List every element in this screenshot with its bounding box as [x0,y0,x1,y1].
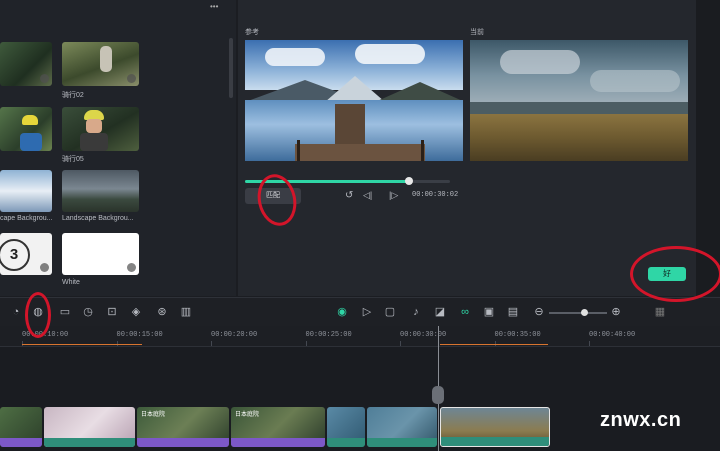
clip-title: 日本庭院 [235,412,260,418]
clip-title: 日本庭院 [141,412,166,418]
media-thumb-cyclist-1[interactable] [0,42,52,86]
media-label: 骑行02 [62,92,84,99]
grid-icon[interactable]: ▦ [653,305,667,319]
media-label-partial: cape Backgrou... [0,215,53,222]
media-thumb-cyclist-02[interactable] [62,42,139,86]
subtitle-icon[interactable]: ▤ [506,305,520,319]
media-thumb-countdown[interactable]: 3 [0,233,52,275]
media-label: Landscape Backgrou... [62,215,134,222]
previous-frame-icon[interactable]: ◁| [363,190,372,201]
media-label: 骑行05 [62,156,84,163]
ruler-tick-label: 00:00:40:00 [589,331,636,339]
pip-icon[interactable]: ▣ [482,305,496,319]
media-thumb-landscape-background[interactable] [62,170,139,212]
link-icon[interactable]: ∞ [458,305,472,319]
ruler-tick-label: 00:00:20:00 [211,331,258,339]
library-scrollbar[interactable] [229,38,233,98]
media-thumb-white[interactable] [62,233,139,275]
play-icon[interactable]: ▷ [360,305,374,319]
timeline-clip[interactable]: 日本庭院 [137,407,229,447]
timeline-clip[interactable]: 日本庭院 [231,407,325,447]
zoom-slider[interactable] [549,309,607,316]
media-thumb-cyclist-3[interactable] [0,107,52,151]
timeline-tracks: 日本庭院 日本庭院 znwx.cn [0,326,720,451]
current-label: 当前 [470,29,484,36]
zoom-in-icon[interactable]: ⊕ [609,305,623,319]
ruler-range-marker [22,344,142,345]
media-thumb-landscape-1[interactable] [0,170,52,212]
next-frame-icon[interactable]: |▷ [389,190,398,201]
download-icon[interactable] [127,74,136,83]
color-match-panel: 参考 当前 匹配 ↺ ◁| |▷ 00:00:30:02 好 [238,0,696,296]
ai-tool-icon[interactable]: ⊛ [155,305,169,319]
mask-icon[interactable]: ◈ [129,305,143,319]
reference-label: 参考 [245,29,259,36]
timeline-clip-selected[interactable] [440,407,550,447]
split-screen-icon[interactable]: ▥ [179,305,193,319]
timeline-ruler[interactable]: 00:00:10:00 00:00:15:00 00:00:20:00 00:00:2… [0,326,720,347]
zoom-slider-handle[interactable] [580,309,588,316]
ruler-tick-label: 00:00:15:00 [116,331,163,339]
timeline-clip[interactable] [327,407,365,447]
timeline-toolbar: ◔ ◍ ▭ ◷ ⊡ ◈ ⊛ ▥ ◉ ▷ ▢ ♪ ◪ ∞ ▣ ▤ ⊖ ⊕ ▦ [0,297,720,327]
ruler-tick-label: 00:00:30:00 [400,331,447,339]
ruler-tick-mark [211,341,212,346]
download-icon[interactable] [127,263,136,272]
ruler-tick-label: 00:00:25:00 [305,331,352,339]
ruler-tick-mark [305,341,307,346]
watermark: znwx.cn [600,409,682,431]
zoom-out-icon[interactable]: ⊖ [532,305,546,319]
annotation-circle-ok [630,246,720,302]
playhead-handle[interactable] [432,386,444,404]
timeline-clip[interactable] [0,407,42,447]
ruler-tick-mark [400,341,401,346]
timer-icon[interactable]: ◷ [81,305,95,319]
render-icon[interactable]: ◉ [335,305,349,319]
timecode: 00:00:30:02 [412,191,459,199]
ruler-tick-label: 00:00:35:00 [494,331,541,339]
media-label: White [62,279,80,286]
more-options-icon[interactable]: ••• [210,2,218,11]
preview-progress-handle[interactable] [405,177,413,185]
countdown-number: 3 [0,239,30,271]
ruler-tick-mark [589,341,590,346]
ruler-range-marker [440,344,548,345]
media-library-panel: ••• 骑行02 骑行05 cape Backgrou... Landscape… [0,0,236,296]
monitor-icon[interactable]: ▭ [58,305,72,319]
timeline-clip[interactable] [44,407,135,447]
media-thumb-cyclist-05[interactable] [62,107,139,151]
download-icon[interactable] [40,263,49,272]
shield-icon[interactable]: ▢ [383,305,397,319]
crop-icon[interactable]: ⊡ [105,305,119,319]
reference-preview [245,40,463,161]
microphone-icon[interactable]: ♪ [409,305,423,319]
download-icon[interactable] [40,74,49,83]
annotation-circle-color [25,292,51,338]
timeline-clip[interactable] [367,407,437,447]
reset-icon[interactable]: ↺ [345,190,353,201]
speed-icon[interactable]: ◔ [9,305,23,319]
snapshot-icon[interactable]: ◪ [433,305,447,319]
current-preview [470,40,688,161]
